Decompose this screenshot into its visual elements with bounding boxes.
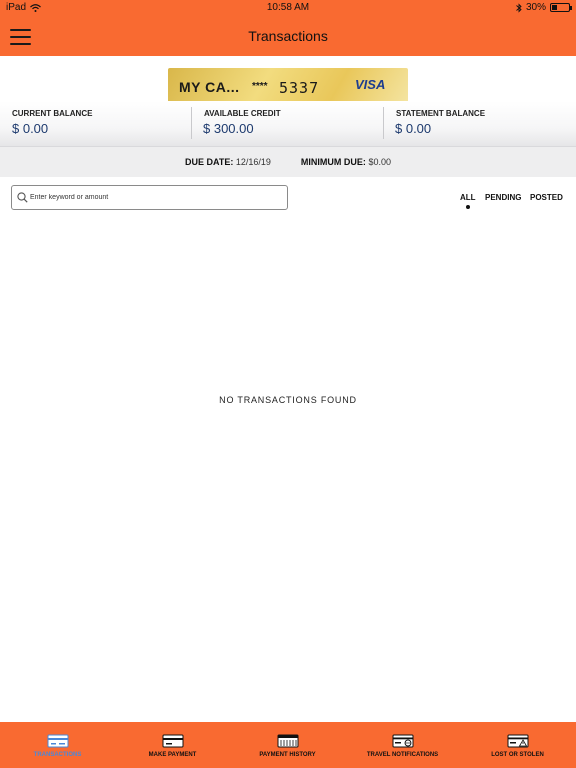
card-name: MY CA... <box>179 79 240 95</box>
tab-transactions[interactable]: TRANSACTIONS <box>0 722 115 768</box>
tab-lost-or-stolen[interactable]: LOST OR STOLEN <box>460 722 575 768</box>
search-icon <box>17 192 28 203</box>
tab-make-payment[interactable]: MAKE PAYMENT <box>115 722 230 768</box>
available-credit-label: AVAILABLE CREDIT <box>204 109 281 118</box>
search-input[interactable] <box>30 189 280 206</box>
current-balance-value: $ 0.00 <box>12 121 49 136</box>
selected-filter-indicator <box>466 205 470 209</box>
filter-all[interactable]: ALL <box>460 193 476 202</box>
tab-label: MAKE PAYMENT <box>148 752 197 758</box>
current-balance-label: CURRENT BALANCE <box>12 109 93 118</box>
statement-balance-label: STATEMENT BALANCE <box>396 109 486 118</box>
header-bar: iPad 10:58 AM 30% Transactions <box>0 0 576 56</box>
balance-summary: CURRENT BALANCE $ 0.00 AVAILABLE CREDIT … <box>0 101 576 147</box>
credit-card-image[interactable]: MY CA... **** 5337 VISA <box>168 68 408 101</box>
current-balance: CURRENT BALANCE $ 0.00 <box>0 101 192 147</box>
due-info-row: DUE DATE: 12/16/19 MINIMUM DUE: $0.00 <box>0 147 576 177</box>
search-box[interactable] <box>11 185 288 210</box>
empty-state-message: NO TRANSACTIONS FOUND <box>219 395 357 405</box>
tab-label: PAYMENT HISTORY <box>259 752 316 758</box>
status-time: 10:58 AM <box>266 2 310 13</box>
minimum-due: MINIMUM DUE: $0.00 <box>301 157 391 167</box>
due-date-value: 12/16/19 <box>235 157 271 167</box>
alert-card-icon <box>507 734 528 748</box>
bluetooth-icon <box>516 2 522 13</box>
tab-label: LOST OR STOLEN <box>491 752 544 758</box>
tab-label: TRAVEL NOTIFICATIONS <box>366 752 439 758</box>
card-brand-logo: VISA <box>355 77 386 92</box>
due-date: DUE DATE: 12/16/19 <box>185 157 271 167</box>
due-date-label: DUE DATE: <box>185 157 234 167</box>
travel-card-icon <box>392 734 413 748</box>
tab-payment-history[interactable]: PAYMENT HISTORY <box>230 722 345 768</box>
battery-icon <box>550 3 572 12</box>
statement-balance-value: $ 0.00 <box>395 121 432 136</box>
bottom-tab-bar: TRANSACTIONS MAKE PAYMENT PAYMENT HISTOR… <box>0 722 576 768</box>
calendar-icon <box>277 734 298 748</box>
available-credit: AVAILABLE CREDIT $ 300.00 <box>192 101 384 147</box>
filter-pending[interactable]: PENDING <box>485 193 521 202</box>
statement-balance: STATEMENT BALANCE $ 0.00 <box>384 101 576 147</box>
minimum-due-label: MINIMUM DUE: <box>300 157 366 167</box>
card-mask: **** <box>252 81 268 92</box>
card-icon <box>47 734 68 748</box>
card-last4: 5337 <box>279 79 320 97</box>
available-credit-value: $ 300.00 <box>203 121 254 136</box>
status-bar: iPad 10:58 AM 30% <box>0 0 576 16</box>
tab-label: TRANSACTIONS <box>33 752 82 758</box>
minimum-due-value: $0.00 <box>368 157 391 167</box>
battery-percent: 30% <box>525 2 546 13</box>
payment-card-icon <box>162 734 183 748</box>
filter-posted[interactable]: POSTED <box>530 193 563 202</box>
page-title: Transactions <box>248 28 328 44</box>
tab-travel-notifications[interactable]: TRAVEL NOTIFICATIONS <box>345 722 460 768</box>
